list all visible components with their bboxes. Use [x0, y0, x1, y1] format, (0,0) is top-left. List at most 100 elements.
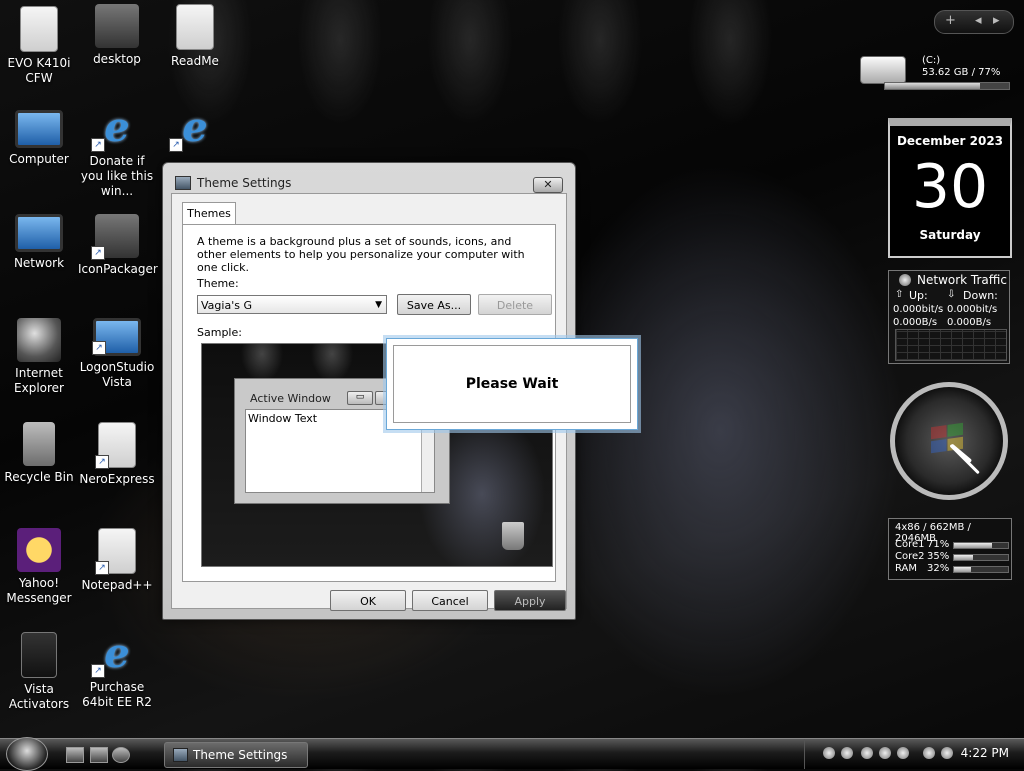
desktop-icon-internet-explorer[interactable]: Internet Explorer — [0, 318, 78, 396]
desktop-icon-yahoo[interactable]: Yahoo! Messenger — [0, 528, 78, 606]
internet-explorer-icon — [17, 318, 61, 362]
desktop-icon-label: Donate if you like this win... — [80, 154, 154, 198]
cpu-row-value: 32% — [927, 563, 950, 574]
cpu-row-name: Core2 — [895, 551, 925, 562]
desktop-icon-label: Internet Explorer — [14, 366, 64, 395]
network-tray-icon[interactable] — [923, 747, 935, 759]
computer-icon — [15, 110, 63, 148]
theme-select-value: Vagia's G — [201, 299, 252, 312]
desktop-icon-label: Yahoo! Messenger — [6, 576, 72, 605]
desktop-icon-label: Computer — [9, 152, 69, 166]
desktop-icon-evo[interactable]: EVO K410i CFW — [0, 6, 78, 86]
desktop-icon-purchase[interactable]: e ↗ Purchase 64bit EE R2 — [78, 632, 156, 710]
desktop-icon-label: desktop — [93, 52, 141, 66]
desktop-icon-computer[interactable]: Computer — [0, 110, 78, 167]
save-as-button[interactable]: Save As... — [397, 294, 471, 315]
clock-gadget[interactable] — [890, 382, 1008, 500]
sample-window-title: Active Window — [250, 392, 331, 405]
cpu-row-name: Core1 — [895, 539, 925, 550]
drive-name: (C:) — [922, 55, 941, 66]
ini-file-icon — [95, 4, 139, 48]
sample-recycle-bin-icon — [502, 522, 524, 550]
logonstudio-icon: ↗ — [92, 318, 141, 356]
taskbar: Theme Settings 4:22 PM — [0, 737, 1024, 771]
cpu-row-bar — [953, 542, 1009, 549]
cpu-row-value: 35% — [927, 551, 950, 562]
desktop-icon-label: IconPackager — [78, 262, 158, 276]
desktop-icon-label: Vista Activators — [8, 682, 70, 711]
cpu-row: RAM 32% — [895, 563, 1009, 575]
switch-windows-icon[interactable] — [90, 747, 108, 763]
start-button[interactable] — [6, 737, 48, 771]
internet-explorer-icon[interactable] — [112, 747, 130, 763]
desktop-icon-label: LogonStudio Vista — [79, 360, 155, 389]
shortcut-arrow-icon: ↗ — [169, 138, 183, 152]
sample-minimize-icon: ▭ — [347, 391, 373, 405]
close-button[interactable]: ✕ — [533, 177, 563, 193]
clock-time[interactable]: 4:22 PM — [961, 746, 1009, 760]
previous-gadget-button[interactable]: ◂ — [975, 13, 982, 28]
apply-button[interactable]: Apply — [494, 590, 566, 611]
chevron-down-icon: ▼ — [375, 300, 382, 310]
cpu-row-name: RAM — [895, 563, 918, 574]
desktop-icon-desktop-ini[interactable]: desktop — [78, 4, 156, 67]
internet-explorer-icon: e ↗ — [169, 106, 217, 152]
desktop-icon-logonstudio[interactable]: ↗ LogonStudio Vista — [78, 318, 156, 390]
shortcut-arrow-icon: ↗ — [91, 246, 105, 260]
please-wait-text: Please Wait — [393, 345, 631, 423]
desktop-icon-ie-shortcut[interactable]: e ↗ — [156, 106, 234, 154]
theme-label: Theme: — [197, 277, 239, 290]
down-arrow-icon: ⇩ — [947, 289, 956, 300]
folder-icon — [21, 632, 57, 678]
drive-gadget[interactable]: (C:) 53.62 GB / 77% — [860, 50, 1010, 90]
desktop-icon-iconpackager[interactable]: ↗ IconPackager — [78, 214, 158, 277]
cancel-button[interactable]: Cancel — [412, 590, 488, 611]
show-desktop-icon[interactable] — [66, 747, 84, 763]
cpu-row: Core1 71% — [895, 539, 1009, 551]
desktop-icon-recycle-bin[interactable]: Recycle Bin — [0, 422, 78, 485]
calendar-gadget[interactable]: December 2023 30 Saturday — [888, 118, 1012, 258]
cpu-row-bar — [953, 566, 1009, 573]
desktop-icon-label: EVO K410i CFW — [7, 56, 71, 85]
shortcut-arrow-icon: ↗ — [91, 664, 105, 678]
tab-themes[interactable]: Themes — [182, 202, 236, 225]
drive-usage-fill — [885, 83, 981, 89]
neroexpress-icon: ↗ — [95, 422, 136, 469]
network-icon — [15, 214, 63, 252]
desktop-icon-vista-activators[interactable]: Vista Activators — [0, 632, 78, 712]
cpu-meter-gadget[interactable]: 4x86 / 662MB / 2046MB Core1 71% Core2 35… — [888, 518, 1012, 580]
notepad-icon: ↗ — [95, 528, 136, 575]
globe-icon — [899, 274, 911, 286]
document-icon — [20, 6, 58, 52]
desktop-icon-network[interactable]: Network — [0, 214, 78, 271]
network-graph — [895, 329, 1007, 361]
tray-icon[interactable] — [823, 747, 835, 759]
drive-usage-bar — [884, 82, 1010, 90]
add-gadget-button[interactable]: + — [945, 13, 956, 28]
tray-icon[interactable] — [861, 747, 873, 759]
tray-icon[interactable] — [841, 747, 853, 759]
cpu-row-fill — [954, 567, 972, 572]
down-label: Down: — [963, 289, 998, 302]
desktop-icon-donate[interactable]: e ↗ Donate if you like this win... — [78, 106, 156, 199]
cpu-row: Core2 35% — [895, 551, 1009, 563]
tray-icon[interactable] — [879, 747, 891, 759]
desktop-icon-notepadpp[interactable]: ↗ Notepad++ — [78, 528, 156, 593]
desktop-icon-readme[interactable]: ReadMe — [156, 4, 234, 69]
taskbar-item-theme-settings[interactable]: Theme Settings — [164, 742, 308, 768]
recycle-bin-icon — [23, 422, 55, 466]
network-traffic-gadget[interactable]: Network Traffic ⇧ Up: ⇩ Down: 0.000bit/s… — [888, 270, 1010, 364]
ok-button[interactable]: OK — [330, 590, 406, 611]
down-bits: 0.000bit/s — [947, 304, 998, 315]
yahoo-messenger-icon — [17, 528, 61, 572]
tray-icon[interactable] — [897, 747, 909, 759]
desktop-icon-label: Recycle Bin — [4, 470, 74, 484]
desktop-icon-neroexpress[interactable]: ↗ NeroExpress — [78, 422, 156, 487]
calendar-month: December 2023 — [896, 134, 1004, 148]
theme-select[interactable]: Vagia's G ▼ — [197, 295, 387, 314]
next-gadget-button[interactable]: ▸ — [993, 13, 1000, 28]
hard-drive-icon — [860, 56, 906, 84]
delete-button[interactable]: Delete — [478, 294, 552, 315]
volume-icon[interactable] — [941, 747, 953, 759]
iconpackager-icon: ↗ — [91, 214, 139, 260]
